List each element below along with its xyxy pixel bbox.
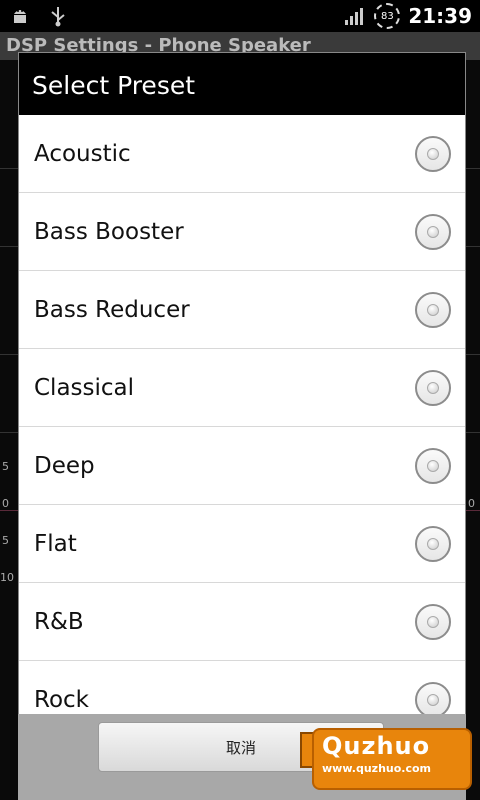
radio-button[interactable] (415, 681, 451, 718)
eq-scale-label: 10 (0, 571, 14, 584)
preset-item-deep[interactable]: Deep (19, 427, 465, 505)
watermark-logo: Quzhuo www.quzhuo.com (300, 718, 478, 798)
eq-scale-label: 0 (2, 497, 9, 510)
android-debug-icon (14, 10, 26, 23)
radio-button[interactable] (415, 525, 451, 562)
preset-label: R&B (34, 608, 84, 635)
status-bar: 83 21:39 (0, 0, 480, 32)
radio-button[interactable] (415, 447, 451, 484)
preset-label: Bass Reducer (34, 296, 190, 323)
radio-indicator (427, 693, 439, 706)
eq-scale-label-right: 0 (468, 497, 475, 510)
radio-button[interactable] (415, 213, 451, 250)
preset-item-bass-reducer[interactable]: Bass Reducer (19, 271, 465, 349)
preset-label: Rock (34, 686, 89, 713)
status-bar-system: 83 21:39 (344, 3, 472, 29)
preset-item-rock[interactable]: Rock (19, 661, 465, 719)
radio-button[interactable] (415, 291, 451, 328)
radio-indicator (427, 615, 439, 628)
radio-indicator (427, 537, 439, 550)
preset-label: Acoustic (34, 140, 131, 167)
dialog-title: Select Preset (19, 53, 465, 115)
eq-scale-label: 5 (2, 460, 9, 473)
radio-button[interactable] (415, 135, 451, 172)
preset-item-acoustic[interactable]: Acoustic (19, 115, 465, 193)
preset-item-flat[interactable]: Flat (19, 505, 465, 583)
signal-strength-icon (345, 8, 364, 25)
radio-indicator (427, 225, 439, 238)
preset-item-classical[interactable]: Classical (19, 349, 465, 427)
preset-item-bass-booster[interactable]: Bass Booster (19, 193, 465, 271)
usb-icon (51, 7, 65, 27)
preset-label: Deep (34, 452, 95, 479)
battery-indicator: 83 (374, 3, 401, 29)
status-bar-notifications (10, 5, 68, 27)
preset-item-rnb[interactable]: R&B (19, 583, 465, 661)
watermark-url: www.quzhuo.com (322, 762, 432, 775)
preset-list[interactable]: Acoustic Bass Booster Bass Reducer Class… (19, 115, 465, 719)
preset-label: Bass Booster (34, 218, 184, 245)
radio-button[interactable] (415, 603, 451, 640)
radio-indicator (427, 303, 439, 316)
radio-indicator (427, 381, 439, 394)
select-preset-dialog: Select Preset Acoustic Bass Booster Bass… (18, 52, 466, 720)
radio-indicator (427, 459, 439, 472)
status-bar-time: 21:39 (408, 4, 472, 28)
preset-label: Flat (34, 530, 77, 557)
watermark-name: Quzhuo (322, 732, 431, 760)
radio-button[interactable] (415, 369, 451, 406)
radio-indicator (427, 147, 439, 160)
eq-scale-label: 5 (2, 534, 9, 547)
preset-label: Classical (34, 374, 135, 401)
